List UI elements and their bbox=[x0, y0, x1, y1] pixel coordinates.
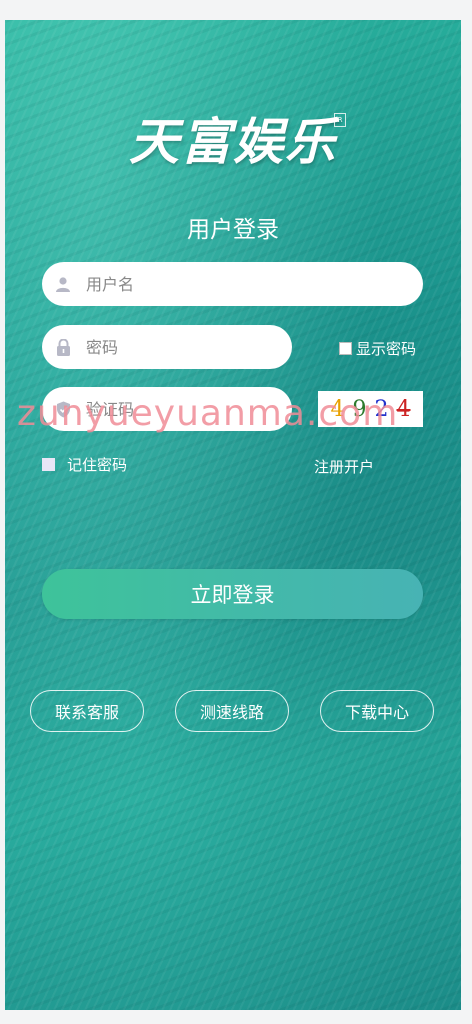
captcha-input[interactable] bbox=[84, 398, 255, 420]
page-title: 用户登录 bbox=[187, 217, 279, 243]
download-center-button[interactable]: 下载中心 bbox=[320, 690, 434, 732]
lock-icon bbox=[54, 338, 72, 356]
speed-test-button[interactable]: 测速线路 bbox=[175, 690, 289, 732]
captcha-image[interactable]: 4 9 2 4 bbox=[318, 391, 423, 427]
captcha-digit: 4 bbox=[396, 396, 411, 422]
captcha-field[interactable] bbox=[42, 387, 292, 431]
show-password-toggle[interactable]: 显示密码 bbox=[339, 338, 416, 359]
captcha-digit: 9 bbox=[352, 396, 367, 422]
username-field[interactable] bbox=[42, 262, 423, 306]
show-password-checkbox[interactable] bbox=[339, 342, 352, 355]
remember-password-checkbox[interactable] bbox=[42, 458, 55, 471]
password-input[interactable] bbox=[84, 336, 255, 358]
login-button[interactable]: 立即登录 bbox=[42, 569, 423, 619]
shield-icon bbox=[54, 400, 72, 418]
username-input[interactable] bbox=[84, 273, 347, 295]
remember-password-toggle[interactable]: 记住密码 bbox=[42, 454, 127, 475]
login-screen: 天富娱乐 R 用户登录 显示密码 bbox=[5, 20, 461, 1010]
captcha-digit: 2 bbox=[374, 396, 389, 422]
user-icon bbox=[54, 275, 72, 293]
contact-support-button[interactable]: 联系客服 bbox=[30, 690, 144, 732]
password-field[interactable] bbox=[42, 325, 292, 369]
captcha-digit: 4 bbox=[330, 396, 345, 422]
brand-logo: 天富娱乐 bbox=[129, 112, 337, 171]
remember-password-label: 记住密码 bbox=[67, 456, 128, 474]
show-password-label: 显示密码 bbox=[356, 340, 417, 358]
register-link[interactable]: 注册开户 bbox=[314, 456, 374, 477]
trademark-mark: R bbox=[334, 113, 346, 127]
